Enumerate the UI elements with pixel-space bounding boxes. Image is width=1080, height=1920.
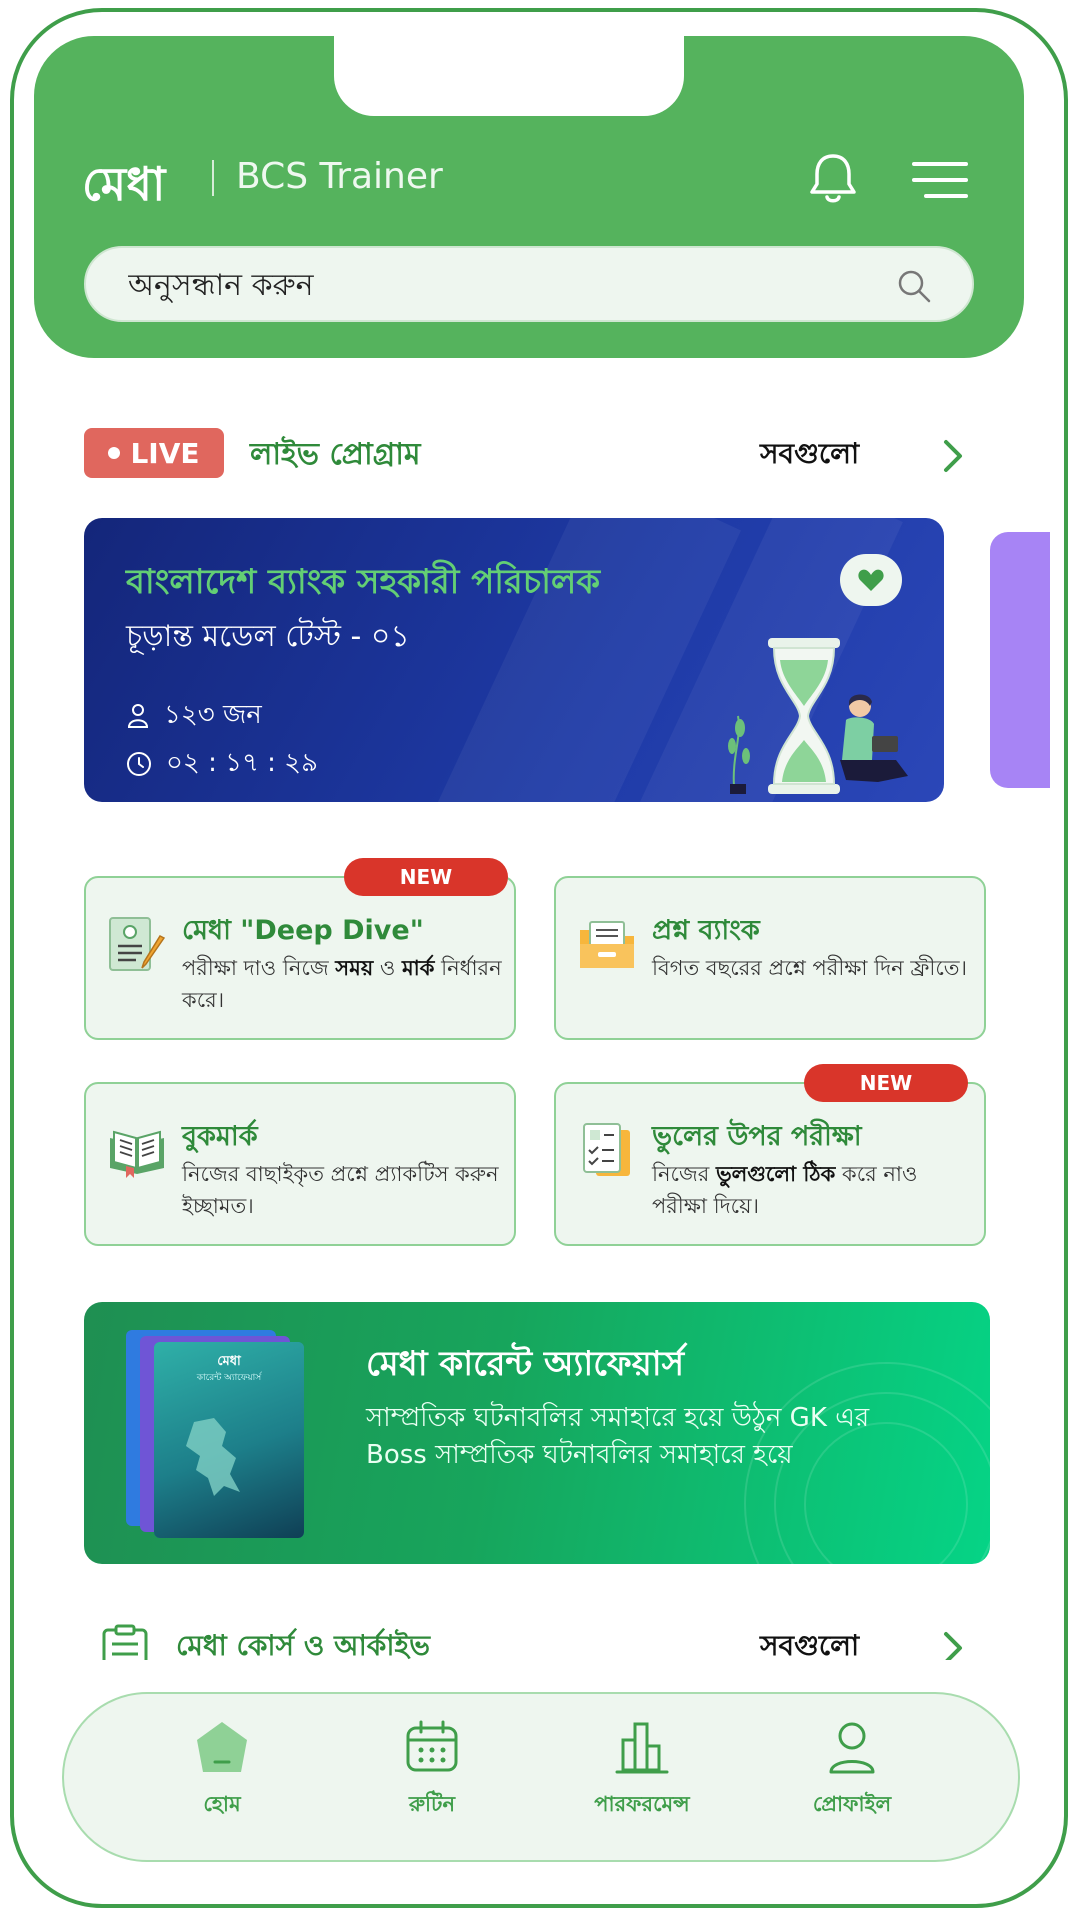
course-icon [102,1624,148,1660]
live-section-title: লাইভ প্রোগ্রাম [250,437,421,472]
mistake-exam-description: নিজের ভুলগুলো ঠিক করে নাও পরীক্ষা দিয়ে। [652,1162,918,1218]
next-live-card-peek[interactable] [990,532,1050,788]
deep-dive-description: পরীক্ষা দাও নিজে সময় ও মার্ক নির্ধারন ক… [182,956,502,1012]
nav-profile-label: প্রোফাইল [812,1792,892,1816]
nav-home-label: হোম [203,1792,241,1816]
bookmark-title: বুকমার্ক [182,1121,258,1152]
countdown-row: ০২ : ১৭ : ২৯ [126,742,318,786]
course-section-title: মেধা কোর্স ও আর্কাইভ [176,1629,430,1660]
nav-performance[interactable]: পারফরমেন্স [542,1718,742,1838]
live-program-card[interactable]: বাংলাদেশ ব্যাংক সহকারী পরিচালক চূড়ান্ত … [84,518,944,802]
hourglass-illustration [728,638,908,794]
deep-dive-title: মেধা "Deep Dive" [182,915,424,946]
live-see-all-link[interactable]: সবগুলো [760,432,859,479]
course-section-header: মেধা কোর্স ও আর্কাইভ সবগুলো [84,1620,984,1660]
nav-routine-label: রুটিন [408,1792,456,1816]
current-affairs-banner[interactable]: মেধা কারেন্ট অ্যাফেয়ার্স মেধা কারেন্ট অ… [84,1302,990,1564]
bar-chart-icon [615,1722,669,1774]
nav-performance-label: পারফরমেন্স [594,1792,690,1816]
question-bank-title: প্রশ্ন ব্যাংক [652,915,760,946]
checklist-icon [583,1123,630,1176]
calendar-icon [406,1720,458,1772]
live-badge: LIVE [84,428,224,478]
deep-dive-card[interactable]: মেধা "Deep Dive" পরীক্ষা দাও নিজে সময় ও… [84,876,516,1040]
mistake-exam-card[interactable]: ভুলের উপর পরীক্ষা নিজের ভুলগুলো ঠিক করে … [554,1082,986,1246]
brand-subtitle: BCS Trainer [236,156,443,197]
search-input[interactable] [126,248,890,322]
live-badge-label: LIVE [130,436,200,470]
live-dot-icon [108,447,121,459]
deep-dive-icon [109,917,166,971]
profile-icon [829,1722,875,1774]
search-bar[interactable] [84,246,974,322]
mistake-exam-title: ভুলের উপর পরীক্ষা [652,1121,862,1152]
book-cover-front: মেধা কারেন্ট অ্যাফেয়ার্স [154,1342,304,1538]
search-icon[interactable] [896,268,932,304]
nav-home[interactable]: হোম [122,1718,322,1838]
bookmark-description: নিজের বাছাইকৃত প্রশ্নে প্র্যাকটিস করুন ই… [182,1162,499,1218]
course-see-all-link[interactable]: সবগুলো [760,1624,859,1660]
chevron-right-icon[interactable] [940,436,966,476]
new-badge: NEW [804,1064,968,1102]
favorite-button[interactable] [840,554,902,606]
question-bank-card[interactable]: প্রশ্ন ব্যাংক বিগত বছরের প্রশ্নে পরীক্ষা… [554,876,986,1040]
home-icon [197,1722,247,1772]
bottom-navigation: হোম রুটিন পারফরমেন্স প্রোফাইল [62,1692,1020,1862]
participants-row: ১২৩ জন [126,694,262,738]
clock-icon [127,752,151,776]
current-affairs-description: সাম্প্রতিক ঘটনাবলির সমাহারে হয়ে উঠুন GK… [366,1403,870,1470]
brand-logo: মেধা [82,157,166,211]
book-cover-subtitle: কারেন্ট অ্যাফেয়ার্স [196,1373,262,1383]
current-affairs-title: মেধা কারেন্ট অ্যাফেয়ার্স [366,1344,685,1384]
heart-icon [858,569,884,591]
folder-icon [580,921,634,968]
map-icon [186,1418,240,1496]
hamburger-menu-icon[interactable] [912,160,968,200]
chevron-right-icon[interactable] [940,1628,966,1660]
book-icon [110,1130,164,1178]
nav-profile[interactable]: প্রোফাইল [752,1718,952,1838]
user-icon [127,704,149,728]
live-card-subtitle: চূড়ান্ত মডেল টেস্ট - ০১ [126,619,410,654]
bookmark-card[interactable]: বুকমার্ক নিজের বাছাইকৃত প্রশ্নে প্র্যাকট… [84,1082,516,1246]
question-bank-description: বিগত বছরের প্রশ্নে পরীক্ষা দিন ফ্রীতে। [652,956,968,980]
bell-icon[interactable] [804,150,862,208]
live-card-title: বাংলাদেশ ব্যাংক সহকারী পরিচালক [126,562,601,602]
participants-count: ১২৩ জন [164,700,262,730]
notch [334,36,684,116]
new-badge: NEW [344,858,508,896]
brand-divider [212,160,214,196]
countdown-timer: ০২ : ১৭ : ২৯ [166,748,318,778]
nav-routine[interactable]: রুটিন [332,1718,532,1838]
